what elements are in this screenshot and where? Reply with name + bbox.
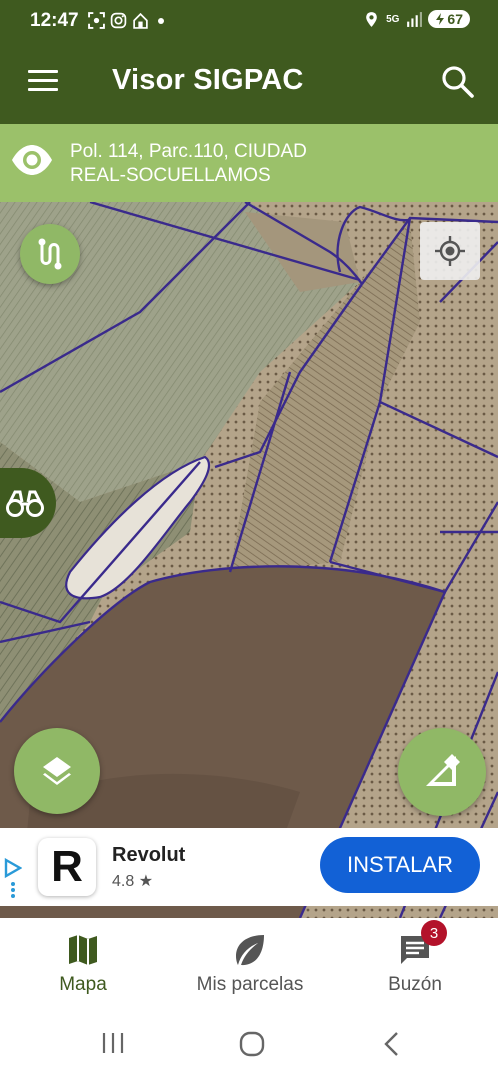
back-icon[interactable] (380, 1030, 404, 1058)
app-rating: 4.8 ★ (112, 873, 154, 890)
my-location-button[interactable] (420, 222, 480, 280)
bottom-navigation: Mapa Mis parcelas 3 Buzón (0, 918, 498, 1006)
system-status-icons: 5G 67 (363, 10, 470, 28)
layers-button[interactable] (14, 728, 100, 814)
inbox-icon-wrapper: 3 (397, 920, 447, 968)
nav-inbox[interactable]: 3 Buzón (374, 918, 456, 1006)
menu-icon-line (28, 70, 58, 73)
more-notifications-dot (158, 17, 164, 24)
install-button[interactable]: INSTALAR (320, 837, 480, 893)
map-icon (69, 935, 97, 965)
inbox-unread-badge: 3 (421, 920, 447, 946)
map-view[interactable] (0, 202, 498, 918)
charging-icon (436, 13, 445, 25)
advertiser-name[interactable]: Revolut (112, 844, 185, 867)
recent-apps-icon[interactable] (100, 1030, 126, 1056)
nav-my-parcels[interactable]: Mis parcelas (180, 918, 320, 1006)
network-type: 5G (386, 13, 400, 25)
ad-banner[interactable]: R Revolut 4.8 ★ INSTALAR (0, 828, 498, 906)
status-bar: 12:47 5G 67 (0, 0, 498, 40)
menu-button[interactable] (22, 64, 64, 100)
crosshair-icon (435, 236, 465, 266)
menu-icon-line (28, 88, 58, 91)
measure-button[interactable] (398, 728, 486, 816)
leaf-icon (236, 935, 264, 966)
search-icon[interactable] (438, 62, 478, 102)
system-navigation-bar (0, 1006, 498, 1080)
nav-my-parcels-label: Mis parcelas (196, 974, 304, 995)
notification-icons (88, 12, 164, 29)
layers-icon (43, 757, 71, 785)
parcel-reference-line1: Pol. 114, Parc.110, CIUDAD (70, 141, 307, 162)
ruler-pencil-icon (426, 754, 460, 786)
status-time: 12:47 (30, 10, 79, 31)
location-icon (366, 11, 377, 27)
instagram-icon (110, 12, 127, 29)
nav-map[interactable]: Mapa (40, 918, 126, 1006)
app-bar: Visor SIGPAC (0, 40, 498, 124)
route-icon (38, 238, 62, 270)
home-app-icon (133, 12, 148, 29)
adchoices-icon[interactable] (4, 858, 22, 898)
parcel-reference-line2: REAL-SOCUELLAMOS (70, 165, 271, 186)
parcel-reference: Pol. 114, Parc.110, CIUDAD REAL-SOCUELLA… (70, 140, 470, 188)
nav-map-label: Mapa (59, 974, 107, 995)
advertiser-logo[interactable]: R (38, 838, 96, 896)
binoculars-icon (6, 490, 44, 517)
menu-icon-line (28, 79, 58, 82)
sigpac-screen: 12:47 5G 67 Visor SIGPAC Pol. 114, Parc.… (0, 0, 498, 1080)
battery-indicator: 67 (428, 10, 470, 28)
app-title: Visor SIGPAC (112, 64, 304, 96)
parcel-info-bar[interactable]: Pol. 114, Parc.110, CIUDAD REAL-SOCUELLA… (0, 124, 498, 202)
eye-icon[interactable] (10, 142, 54, 178)
nav-inbox-label: Buzón (388, 974, 442, 995)
battery-level: 67 (447, 11, 463, 27)
signal-icon (407, 11, 423, 27)
home-icon[interactable] (238, 1030, 266, 1058)
screenshot-icon (88, 12, 105, 29)
route-button[interactable] (20, 224, 80, 284)
